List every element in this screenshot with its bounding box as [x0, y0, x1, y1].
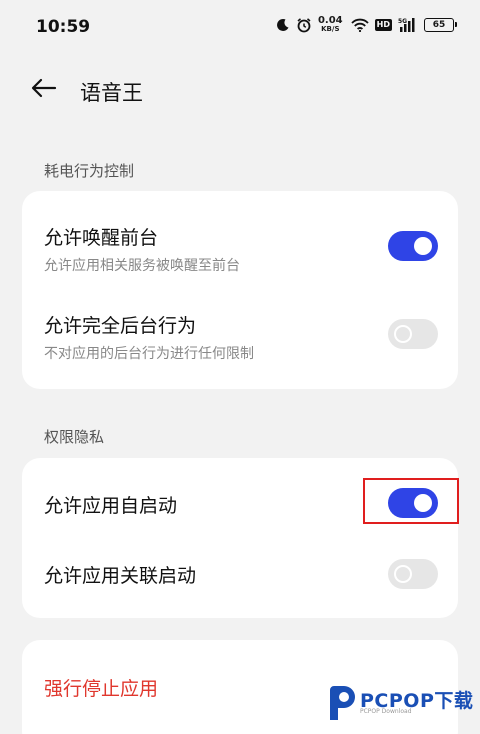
app-header: 语音王 [0, 58, 480, 122]
toggle-knob [394, 325, 412, 343]
associated-start-toggle[interactable] [388, 559, 438, 589]
wake-foreground-toggle[interactable] [388, 231, 438, 261]
row-title: 允许完全后台行为 [44, 315, 197, 337]
toggle-knob [394, 565, 412, 583]
alarm-icon [296, 17, 312, 33]
power-card: 允许唤醒前台 允许应用相关服务被唤醒至前台 允许完全后台行为 不对应用的后台行为… [22, 191, 458, 389]
row-title: 允许应用自启动 [44, 495, 178, 517]
battery-icon: 65 [424, 17, 457, 32]
watermark: PCPOP下载 PCPOP Download [326, 684, 476, 724]
net-speed: 0.04 KB/S [318, 16, 343, 33]
toggle-knob [414, 237, 432, 255]
pcpop-logo-icon [326, 684, 358, 726]
full-background-toggle[interactable] [388, 319, 438, 349]
watermark-sub: PCPOP Download [360, 708, 412, 715]
page-title: 语音王 [80, 81, 143, 105]
row-subtitle: 允许应用相关服务被唤醒至前台 [44, 258, 240, 274]
row-allow-full-background[interactable]: 允许完全后台行为 不对应用的后台行为进行任何限制 [22, 289, 458, 389]
force-stop-button[interactable]: 强行停止应用 [44, 674, 158, 701]
row-title: 允许应用关联启动 [44, 565, 197, 587]
net-speed-unit: KB/S [321, 25, 340, 33]
wifi-icon [351, 18, 369, 32]
hd-badge: HD [374, 18, 392, 31]
row-allow-wake-foreground[interactable]: 允许唤醒前台 允许应用相关服务被唤醒至前台 [22, 191, 458, 289]
svg-text:5G: 5G [398, 18, 407, 25]
signal-icon: 5G [398, 17, 418, 33]
battery-level: 65 [432, 19, 446, 30]
arrow-left-icon [31, 78, 57, 102]
row-subtitle: 不对应用的后台行为进行任何限制 [44, 346, 254, 362]
status-time: 10:59 [36, 17, 91, 37]
status-bar: 10:59 0.04 KB/S HD 5G 65 [0, 0, 480, 58]
section-label-power: 耗电行为控制 [44, 162, 135, 180]
row-allow-associated-start[interactable]: 允许应用关联启动 [22, 540, 458, 618]
section-label-privacy: 权限隐私 [44, 428, 105, 446]
back-button[interactable] [26, 72, 62, 108]
moon-icon [276, 18, 290, 32]
row-title: 允许唤醒前台 [44, 227, 159, 249]
status-icons: 0.04 KB/S HD 5G 65 [276, 16, 457, 33]
highlight-annotation-box [363, 478, 459, 524]
